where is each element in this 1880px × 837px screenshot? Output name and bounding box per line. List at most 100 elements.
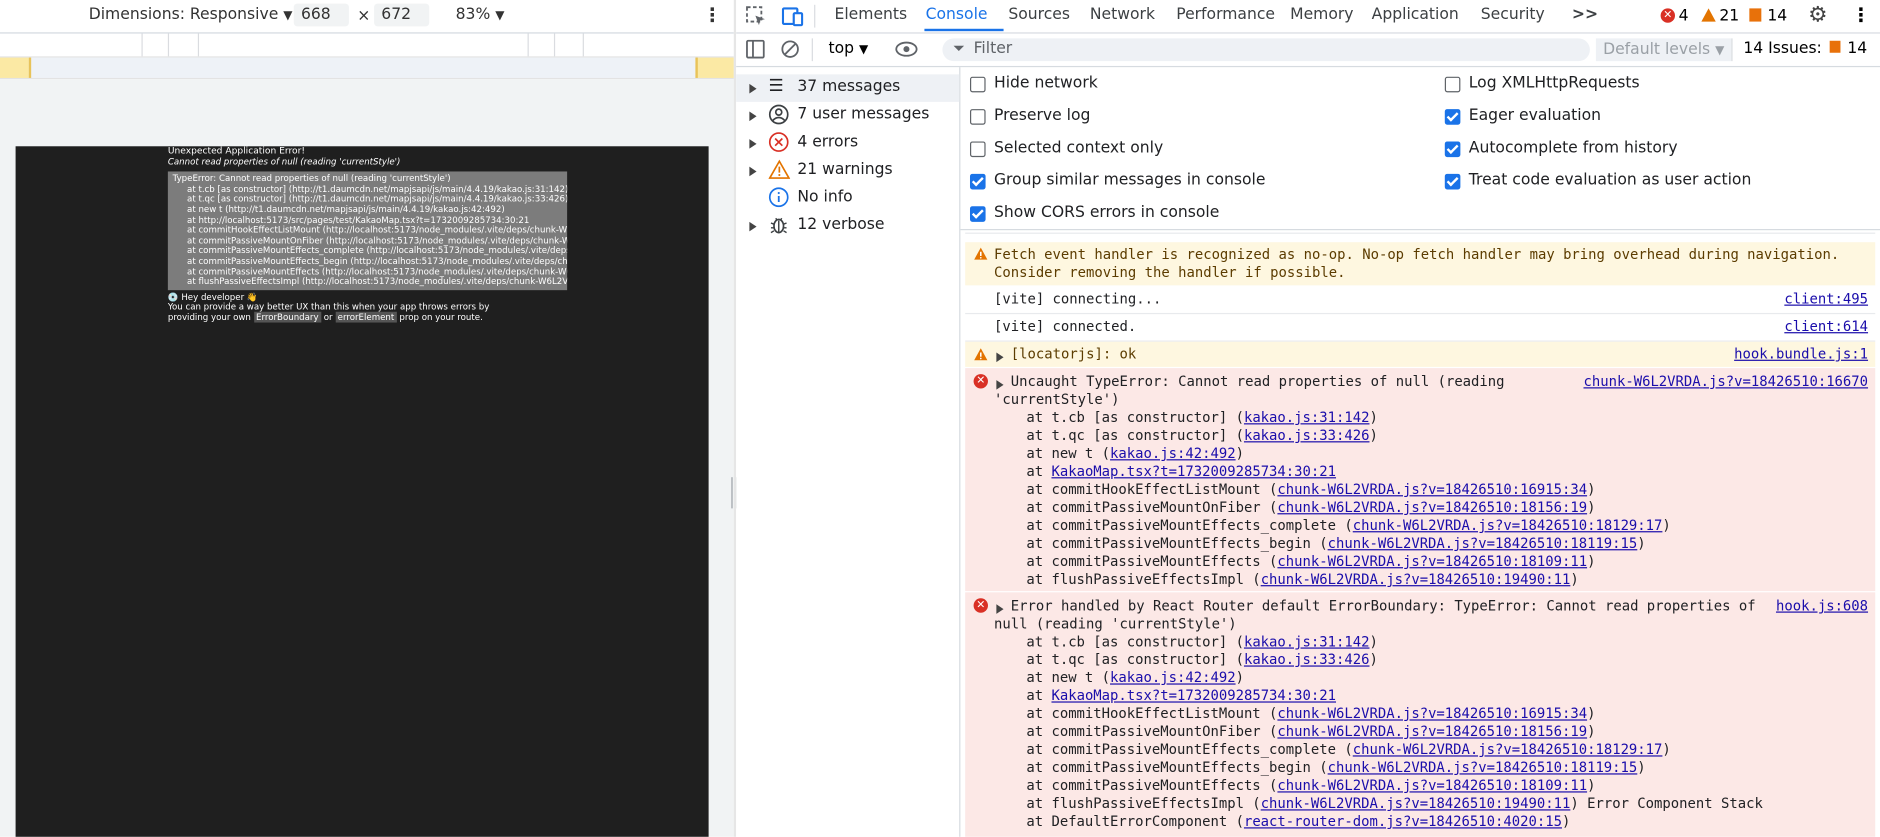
stack-source-link[interactable]: kakao.js:42:492 [1110, 669, 1236, 686]
log-text: [vite] connected. [993, 317, 1137, 335]
warning-text: Consider removing the handler if possibl… [993, 263, 1346, 281]
stack-source-link[interactable]: chunk-W6L2VRDA.js?v=18426510:18119:15 [1328, 759, 1638, 776]
stack-text: at commitHookEffectListMount ( [1026, 705, 1278, 722]
stack-trace-line: at commitPassiveMountOnFiber (chunk-W6L2… [1026, 499, 1595, 516]
tab-network[interactable]: Network [1090, 6, 1155, 24]
width-input[interactable]: 668 [293, 3, 349, 27]
stack-text: at flushPassiveEffectsImpl ( [1026, 570, 1261, 588]
settings-gear-icon[interactable]: ⚙ [1808, 2, 1827, 27]
sidebar-toggle-icon[interactable] [746, 39, 765, 59]
sidebar-item-verbose[interactable]: 12 verbose [736, 212, 959, 240]
stack-source-link[interactable]: chunk-W6L2VRDA.js?v=18426510:16915:34 [1277, 705, 1587, 722]
stack-text: at commitPassiveMountOnFiber ( [1026, 498, 1278, 516]
locator-warning: [locatorjs]: ok hook.bundle.js:1 [965, 341, 1876, 367]
expand-arrow-icon[interactable] [749, 111, 757, 122]
warning-icon [1701, 8, 1716, 22]
warning-icon [768, 159, 791, 179]
source-link[interactable]: chunk-W6L2VRDA.js?v=18426510:16670 [1583, 373, 1868, 390]
stack-source-link[interactable]: chunk-W6L2VRDA.js?v=18426510:18109:11 [1277, 553, 1587, 570]
stack-text: at DefaultErrorComponent ( [1026, 812, 1244, 830]
live-expression-eye-icon[interactable] [894, 41, 918, 58]
stack-source-link[interactable]: kakao.js:31:142 [1244, 633, 1370, 650]
stack-trace-line: at KakaoMap.tsx?t=1732009285734:30:21 [1026, 463, 1336, 480]
device-toolbar-icon[interactable] [781, 6, 804, 27]
context-selector[interactable]: top ▼ [829, 40, 869, 58]
tab-elements[interactable]: Elements [835, 6, 908, 24]
warning-text: Fetch event handler is recognized as no-… [993, 245, 1840, 263]
expand-arrow-icon[interactable] [996, 604, 1004, 614]
issues-button[interactable]: 14 Issues: 14 [1743, 40, 1867, 58]
zoom-dropdown[interactable]: 83% ▼ [456, 6, 505, 24]
stack-text: ) [1369, 408, 1378, 426]
filter-input[interactable]: ⏷ Filter [942, 38, 1590, 62]
more-tabs-button[interactable]: >> [1572, 6, 1598, 24]
inspect-element-icon[interactable] [746, 6, 766, 26]
checkbox[interactable] [1444, 173, 1461, 190]
stack-text: at new t ( [1026, 669, 1111, 686]
stack-source-link[interactable]: chunk-W6L2VRDA.js?v=18426510:18156:19 [1277, 499, 1587, 516]
checkbox[interactable] [969, 76, 986, 93]
stack-source-link[interactable]: chunk-W6L2VRDA.js?v=18426510:18129:17 [1353, 741, 1663, 758]
stack-source-link[interactable]: chunk-W6L2VRDA.js?v=18426510:16915:34 [1277, 481, 1587, 498]
sidebar-item-info[interactable]: No info [736, 185, 959, 213]
console-toolbar: top ▼ ⏷ Filter Default levels ▼ 14 Issue… [736, 34, 1880, 68]
filter-placeholder: Filter [973, 39, 1013, 58]
issue-count: 14 [1767, 7, 1788, 26]
source-link[interactable]: hook.js:608 [1776, 597, 1868, 614]
sidebar-item-messages[interactable]: ☰ 37 messages [736, 74, 960, 102]
expand-arrow-icon[interactable] [996, 352, 1004, 363]
console-settings: Hide network Preserve log Selected context… [960, 67, 1880, 231]
stack-source-link[interactable]: chunk-W6L2VRDA.js?v=18426510:18156:19 [1277, 723, 1587, 740]
stack-source-link[interactable]: kakao.js:42:492 [1110, 445, 1236, 462]
context-label: top [828, 39, 855, 58]
more-options-icon[interactable]: ⋮ [703, 4, 722, 27]
stack-source-link[interactable]: chunk-W6L2VRDA.js?v=18426510:19490:11 [1261, 571, 1571, 588]
stack-source-link[interactable]: kakao.js:31:142 [1244, 409, 1370, 426]
stack-source-link[interactable]: KakaoMap.tsx?t=1732009285734:30:21 [1051, 463, 1336, 480]
stack-text: at commitPassiveMountEffects ( [1026, 776, 1278, 794]
expand-arrow-icon[interactable] [996, 380, 1004, 390]
checkbox[interactable] [1444, 141, 1461, 158]
sidebar-item-warnings[interactable]: 21 warnings [736, 157, 959, 185]
stack-text: ) [1587, 552, 1596, 570]
expand-arrow-icon[interactable] [749, 166, 757, 177]
source-link[interactable]: hook.bundle.js:1 [1734, 345, 1868, 362]
checkbox[interactable] [969, 109, 986, 125]
expand-arrow-icon[interactable] [749, 83, 757, 94]
expand-arrow-icon[interactable] [749, 139, 757, 149]
dimensions-dropdown[interactable]: Dimensions: Responsive ▼ [89, 6, 293, 24]
stack-text: ) [1570, 570, 1579, 588]
stack-source-link[interactable]: chunk-W6L2VRDA.js?v=18426510:19490:11 [1261, 795, 1571, 812]
tab-console[interactable]: Console [926, 6, 988, 24]
sidebar-item-user-messages[interactable]: 7 user messages [736, 102, 959, 130]
setting-label: Preserve log [993, 106, 1091, 125]
height-input[interactable]: 672 [374, 3, 430, 27]
stack-source-link[interactable]: chunk-W6L2VRDA.js?v=18426510:18129:17 [1353, 517, 1663, 534]
tab-security[interactable]: Security [1481, 6, 1545, 24]
sidebar-item-errors[interactable]: 4 errors [736, 129, 959, 157]
checkbox[interactable] [969, 173, 986, 190]
checkbox[interactable] [969, 141, 986, 158]
dimensions-label: Dimensions: Responsive [88, 5, 279, 24]
source-link[interactable]: client:614 [1784, 318, 1868, 335]
stack-source-link[interactable]: kakao.js:33:426 [1244, 427, 1370, 444]
stack-source-link[interactable]: react-router-dom.js?v=18426510:4020:15 [1244, 813, 1562, 830]
stack-source-link[interactable]: KakaoMap.tsx?t=1732009285734:30:21 [1051, 687, 1336, 704]
stack-text: at commitPassiveMountEffects_complete ( [1026, 516, 1353, 534]
devtools-menu-icon[interactable]: ⋮ [1851, 4, 1870, 27]
tab-memory[interactable]: Memory [1290, 6, 1353, 24]
stack-source-link[interactable]: kakao.js:33:426 [1244, 651, 1370, 668]
checkbox[interactable] [969, 206, 986, 222]
stack-source-link[interactable]: chunk-W6L2VRDA.js?v=18426510:18119:15 [1328, 535, 1638, 552]
tab-performance[interactable]: Performance [1176, 6, 1275, 24]
expand-arrow-icon[interactable] [749, 221, 757, 232]
log-levels-dropdown[interactable]: Default levels ▼ [1595, 38, 1732, 62]
stack-source-link[interactable]: chunk-W6L2VRDA.js?v=18426510:18109:11 [1277, 777, 1587, 794]
tab-sources[interactable]: Sources [1008, 6, 1070, 24]
checkbox[interactable] [1444, 76, 1461, 93]
checkbox[interactable] [1444, 109, 1461, 125]
tab-application[interactable]: Application [1372, 6, 1459, 24]
error-count: 4 [1678, 7, 1689, 26]
clear-console-icon[interactable] [781, 40, 800, 59]
source-link[interactable]: client:495 [1784, 290, 1868, 307]
